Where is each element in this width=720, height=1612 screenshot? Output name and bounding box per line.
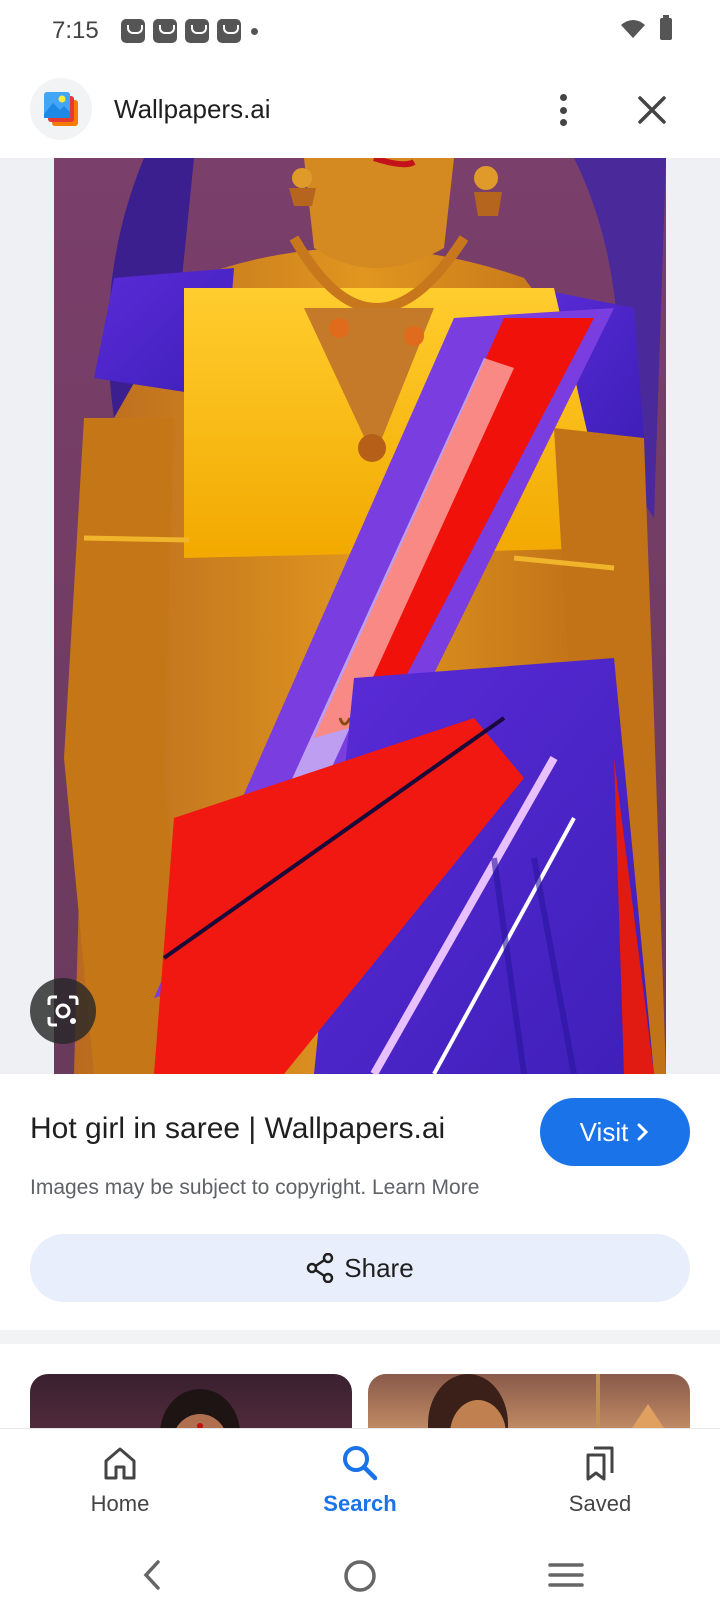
nav-home-label: Home — [90, 1491, 150, 1516]
more-notifications-dot — [250, 27, 258, 35]
home-icon — [104, 1447, 136, 1480]
result-image[interactable] — [54, 158, 666, 1074]
visit-button[interactable]: Visit — [540, 1098, 690, 1166]
chevron-right-icon — [637, 1123, 649, 1141]
nav-saved[interactable]: Saved — [520, 1443, 680, 1517]
share-label: Share — [344, 1252, 414, 1283]
nav-saved-label: Saved — [568, 1491, 632, 1516]
wallpapers-logo-icon — [30, 78, 92, 140]
visit-label: Visit — [579, 1116, 629, 1147]
image-viewer — [0, 158, 720, 1074]
result-title[interactable]: Hot girl in saree | Wallpapers.ai — [30, 1112, 445, 1146]
share-icon — [307, 1253, 334, 1283]
lens-icon — [47, 995, 79, 1027]
nav-home[interactable]: Home — [40, 1443, 200, 1517]
more-vert-icon[interactable] — [548, 90, 578, 130]
notification-bag-icon — [120, 19, 145, 43]
nav-search-label: Search — [323, 1491, 397, 1516]
wifi-icon — [621, 20, 645, 38]
back-icon[interactable] — [138, 1558, 168, 1592]
notification-bag-icon — [216, 19, 241, 43]
status-time: 7:15 — [52, 17, 99, 44]
notification-bag-icon — [184, 19, 209, 43]
bottom-navigation: Home Search Saved — [0, 1428, 720, 1538]
bookmarks-icon — [586, 1446, 614, 1481]
google-lens-button[interactable] — [30, 978, 96, 1044]
result-info: Hot girl in saree | Wallpapers.ai Visit … — [0, 1074, 720, 1330]
recents-menu-icon[interactable] — [548, 1560, 584, 1590]
search-icon — [343, 1446, 378, 1481]
status-bar: 7:15 — [0, 0, 720, 62]
related-images — [0, 1344, 720, 1428]
close-icon[interactable] — [632, 90, 672, 130]
battery-icon — [660, 15, 672, 40]
status-indicators — [620, 15, 672, 40]
notification-bag-icon — [152, 19, 177, 43]
share-button[interactable]: Share — [30, 1234, 690, 1302]
related-image[interactable] — [368, 1374, 690, 1428]
nav-search[interactable]: Search — [280, 1443, 440, 1517]
related-image[interactable] — [30, 1374, 352, 1428]
copyright-notice[interactable]: Images may be subject to copyright. Lear… — [30, 1176, 479, 1200]
site-title: Wallpapers.ai — [114, 94, 271, 124]
system-navigation-bar — [0, 1538, 720, 1612]
section-divider — [0, 1330, 720, 1344]
header: Wallpapers.ai — [0, 62, 720, 158]
home-circle-icon[interactable] — [342, 1558, 378, 1594]
